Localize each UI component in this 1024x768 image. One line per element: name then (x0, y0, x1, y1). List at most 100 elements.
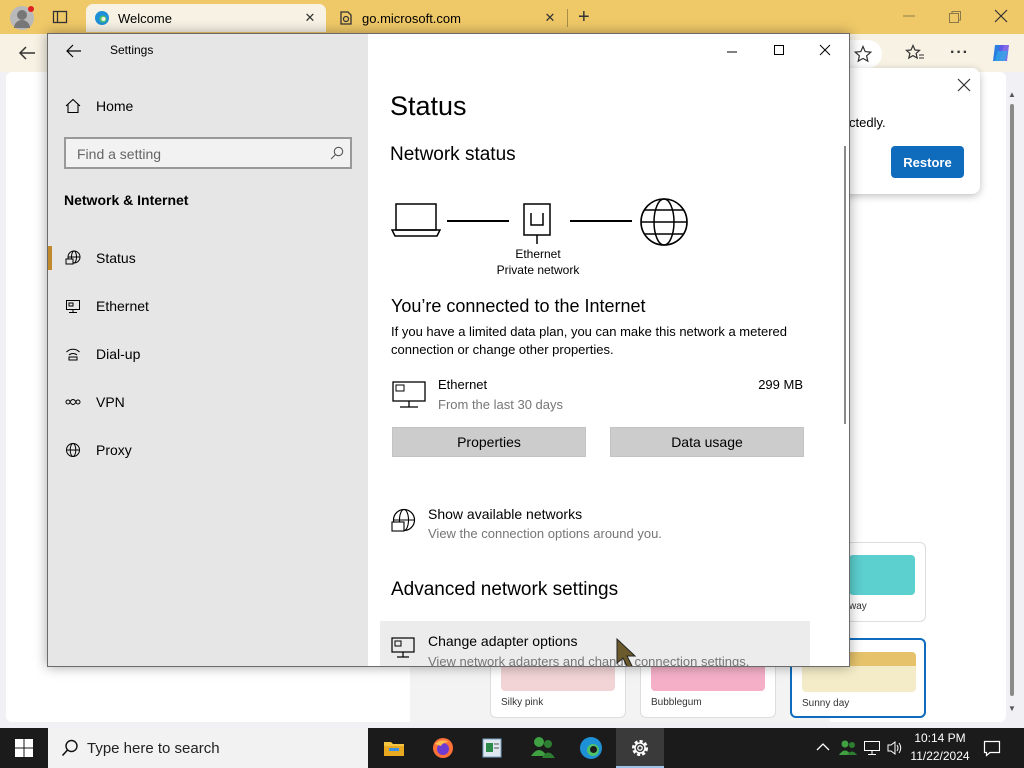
theme-card[interactable]: Silky pink (490, 662, 626, 718)
favorites-icon[interactable] (905, 44, 925, 62)
close-tab-icon[interactable]: ✕ (302, 10, 318, 26)
back-arrow-icon[interactable] (18, 45, 36, 61)
connection-line (570, 220, 632, 222)
more-options-icon[interactable]: ··· (950, 44, 969, 62)
settings-sidebar: Settings Home Find a setting Network & I… (48, 34, 368, 666)
proxy-icon (65, 442, 81, 458)
find-setting-placeholder: Find a setting (77, 146, 162, 162)
sidebar-home-label: Home (96, 98, 134, 114)
connection-sub: From the last 30 days (438, 397, 563, 412)
tab-label: go.microsoft.com (362, 10, 461, 26)
tab-divider (567, 9, 568, 27)
diagram-label-network: Private network (496, 263, 580, 277)
scroll-up-icon[interactable]: ▲ (1008, 90, 1016, 99)
minimize-browser-icon[interactable] (902, 8, 916, 22)
theme-label: Sunny day (802, 698, 850, 709)
tab-welcome[interactable]: Welcome ✕ (86, 4, 326, 32)
page-icon (338, 10, 354, 26)
new-tab-icon[interactable]: + (578, 7, 590, 27)
theme-swatch (849, 555, 915, 595)
ethernet-icon (65, 298, 81, 314)
globe-icon (639, 197, 689, 247)
settings-back-icon[interactable] (66, 44, 82, 58)
popup-text: ctedly. (849, 115, 886, 130)
advanced-heading: Advanced network settings (391, 579, 619, 600)
connection-line (447, 220, 509, 222)
theme-swatch (651, 663, 765, 691)
volume-icon[interactable] (886, 740, 904, 756)
settings-window: Settings Home Find a setting Network & I… (47, 33, 850, 667)
connection-name: Ethernet (438, 377, 488, 392)
profile-avatar[interactable] (10, 6, 34, 30)
close-tab-icon[interactable]: ✕ (542, 10, 558, 26)
page-title: Status (390, 91, 467, 121)
sidebar-item-vpn[interactable]: VPN (48, 378, 368, 426)
sidebar-item-status[interactable]: Status (48, 234, 368, 282)
network-status-heading: Network status (390, 144, 516, 165)
laptop-icon (391, 202, 441, 240)
properties-button[interactable]: Properties (392, 427, 586, 457)
restore-browser-icon[interactable] (948, 10, 962, 24)
edge-taskbar-icon[interactable] (579, 736, 603, 760)
popup-close-icon[interactable] (957, 78, 971, 92)
copilot-icon[interactable] (990, 42, 1014, 64)
sidebar-item-label: Status (96, 250, 136, 266)
people-app-icon[interactable] (529, 734, 557, 760)
settings-window-title: Settings (110, 43, 154, 57)
show-hidden-icons[interactable] (816, 741, 830, 753)
mouse-cursor-icon (614, 637, 638, 666)
page-scrollbar[interactable]: ▲ ▼ (1006, 90, 1018, 720)
ethernet-adapter-icon (392, 381, 426, 409)
network-tray-icon[interactable] (863, 740, 881, 756)
address-bar-end[interactable] (848, 40, 882, 68)
theme-card[interactable]: way (840, 542, 926, 622)
dialup-icon (65, 346, 81, 362)
minimize-icon[interactable] (726, 46, 738, 58)
sidebar-item-label: VPN (96, 394, 125, 410)
connected-heading: You’re connected to the Internet (391, 296, 646, 316)
sidebar-item-ethernet[interactable]: Ethernet (48, 282, 368, 330)
close-icon[interactable] (819, 44, 831, 56)
diagram-label-ethernet: Ethernet (515, 247, 561, 261)
notification-icon[interactable] (983, 739, 1001, 757)
scroll-down-icon[interactable]: ▼ (1008, 704, 1016, 713)
status-icon (65, 250, 81, 266)
change-adapter-link[interactable]: Change adapter options (428, 633, 577, 649)
theme-label: Bubblegum (651, 697, 702, 708)
restore-button[interactable]: Restore (891, 146, 964, 178)
edge-icon (94, 10, 110, 26)
main-scrollbar[interactable] (844, 146, 846, 424)
show-networks-desc: View the connection options around you. (428, 526, 662, 541)
change-adapter-row[interactable]: Change adapter options View network adap… (380, 621, 810, 667)
show-networks-link[interactable]: Show available networks (428, 506, 582, 522)
data-usage-button[interactable]: Data usage (610, 427, 804, 457)
start-button[interactable] (14, 738, 34, 758)
tab-go-microsoft[interactable]: go.microsoft.com ✕ (330, 4, 566, 32)
vpn-icon (65, 394, 81, 410)
maximize-icon[interactable] (773, 44, 785, 56)
sidebar-home[interactable]: Home (48, 82, 368, 130)
settings-taskbar-button[interactable] (616, 728, 664, 768)
sidebar-item-proxy[interactable]: Proxy (48, 426, 368, 474)
clock-time[interactable]: 10:14 PM (910, 731, 970, 745)
file-explorer-icon[interactable] (382, 736, 406, 760)
scroll-thumb[interactable] (1010, 104, 1014, 696)
search-icon (330, 146, 344, 160)
theme-card[interactable]: Bubblegum (640, 662, 776, 718)
firefox-icon[interactable] (431, 736, 455, 760)
favorite-star-icon[interactable] (854, 45, 872, 63)
close-browser-icon[interactable] (994, 9, 1008, 23)
tab-actions-icon[interactable] (52, 9, 68, 25)
sidebar-item-dialup[interactable]: Dial-up (48, 330, 368, 378)
find-setting-input[interactable]: Find a setting (64, 137, 352, 169)
search-icon (61, 739, 79, 757)
clock-date[interactable]: 11/22/2024 (908, 749, 972, 763)
taskbar-search-placeholder: Type here to search (87, 739, 220, 757)
change-adapter-icon (391, 637, 415, 661)
notepad-app-icon[interactable] (480, 736, 504, 760)
taskbar-search-box[interactable]: Type here to search (48, 728, 368, 768)
change-adapter-desc: View network adapters and change connect… (428, 654, 750, 667)
settings-main: Status Network status Ethernet Private n… (368, 34, 849, 666)
people-tray-icon[interactable] (838, 738, 858, 756)
sidebar-item-label: Ethernet (96, 298, 149, 314)
